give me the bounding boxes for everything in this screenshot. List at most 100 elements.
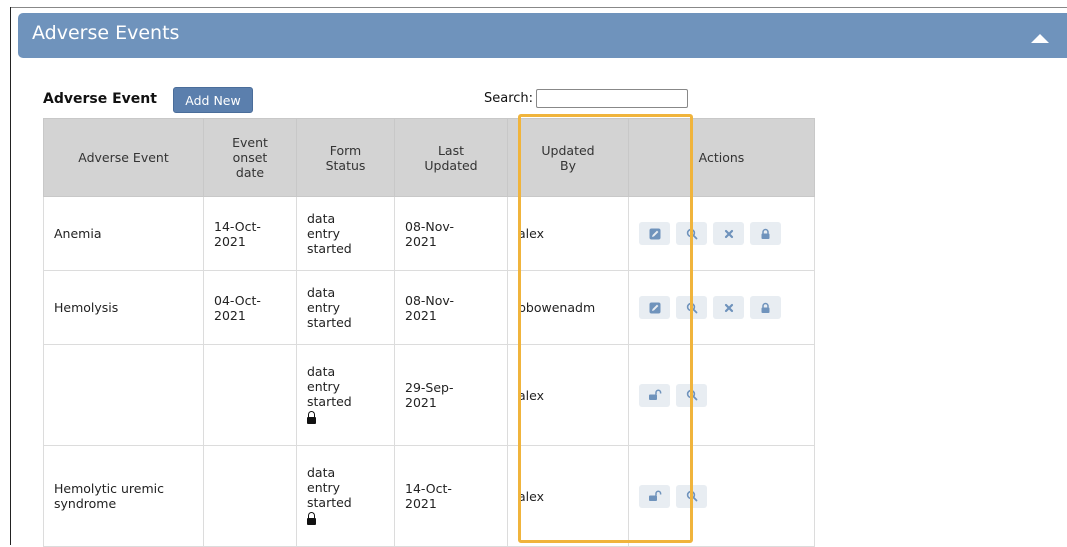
cell-text: entry [307, 226, 341, 241]
cell-updated-by: alex [507, 344, 629, 446]
edit-button[interactable] [639, 222, 670, 245]
unlock-icon [648, 389, 662, 401]
cell-text: 2021 [405, 496, 437, 511]
cell-updated-by: pbowenadm [507, 270, 629, 345]
column-header-last-updated[interactable]: Last Updated [394, 118, 508, 197]
delete-icon [724, 229, 734, 239]
cell-last-updated: 14-Oct- 2021 [394, 445, 508, 547]
cell-text: entry [307, 479, 341, 495]
cell-text: started [307, 315, 352, 330]
cell-text: data [307, 363, 336, 379]
column-header-adverse-event[interactable]: Adverse Event [43, 118, 204, 197]
cell-text: 2021 [214, 233, 246, 249]
unlock-button[interactable] [639, 484, 670, 508]
cell-text: Hemolytic uremic [54, 481, 165, 496]
cell-adverse-event: Anemia [43, 196, 204, 271]
delete-icon [724, 303, 734, 313]
cell-form-status: data entry started [296, 196, 395, 271]
cell-last-updated: 29-Sep- 2021 [394, 344, 508, 446]
search-input[interactable] [536, 89, 688, 108]
left-border [10, 7, 11, 545]
cell-text: 29-Sep- [405, 380, 454, 395]
search-button[interactable] [676, 484, 707, 508]
cell-onset-date: 04-Oct- 2021 [203, 270, 297, 345]
cell-text: entry [307, 378, 341, 394]
cell-text: 2021 [405, 233, 437, 249]
lock-icon [760, 302, 771, 314]
cell-text: 2021 [214, 307, 246, 323]
header-text: Event [232, 135, 268, 150]
cell-form-status: data entry started [296, 270, 395, 345]
table-row: data entry started 29-Sep- 2021 alex [43, 344, 815, 446]
unlock-button[interactable] [639, 383, 670, 407]
column-header-form-status[interactable]: Form Status [296, 118, 395, 197]
lock-button[interactable] [750, 222, 781, 245]
cell-text: data [307, 285, 336, 300]
panel-title: Adverse Events [32, 22, 180, 44]
cell-text: alex [518, 387, 545, 403]
cell-last-updated: 08-Nov- 2021 [394, 196, 508, 271]
cell-form-status: data entry started [296, 445, 395, 547]
cell-text: alex [518, 226, 545, 241]
top-border [10, 7, 1067, 8]
delete-button[interactable] [713, 296, 744, 319]
header-text: onset [232, 150, 268, 165]
cell-onset-date [203, 445, 297, 547]
lock-icon [760, 228, 771, 240]
header-text: Updated [541, 142, 595, 158]
action-buttons [639, 484, 804, 508]
adverse-events-table: Adverse Event Event onset date Form Stat… [43, 118, 815, 547]
search-button[interactable] [676, 222, 707, 245]
edit-icon [649, 228, 661, 240]
cell-actions [628, 196, 815, 271]
edit-icon [649, 302, 661, 314]
action-buttons [639, 296, 804, 319]
cell-adverse-event [43, 344, 204, 446]
cell-text: syndrome [54, 496, 117, 511]
cell-adverse-event: Hemolysis [43, 270, 204, 345]
cell-text: 14-Oct- [405, 481, 452, 496]
cell-actions [628, 445, 815, 547]
cell-text: Hemolysis [54, 300, 119, 315]
table-row: Anemia 14-Oct- 2021 data entry started 08-Nov-… [43, 196, 815, 271]
cell-text: 08-Nov- [405, 292, 454, 308]
cell-text: 08-Nov- [405, 218, 454, 234]
header-text: By [560, 157, 576, 173]
cell-text: 2021 [405, 395, 437, 410]
header-text: Status [325, 157, 366, 173]
cell-text: alex [518, 488, 545, 504]
cell-updated-by: alex [507, 196, 629, 271]
panel-header[interactable]: Adverse Events [18, 13, 1067, 58]
cell-text: entry [307, 300, 341, 315]
search-button[interactable] [676, 296, 707, 319]
search-label: Search: [484, 91, 534, 106]
cell-text: Anemia [54, 226, 102, 241]
cell-text: started [307, 241, 352, 256]
unlock-icon [648, 490, 662, 502]
action-buttons [639, 222, 804, 245]
record-locked-icon [307, 511, 316, 525]
column-header-updated-by[interactable]: Updated By [507, 118, 629, 197]
search-icon [686, 490, 698, 502]
header-text: Updated [424, 157, 478, 173]
search-icon [686, 228, 698, 240]
column-header-onset-date[interactable]: Event onset date [203, 118, 297, 197]
cell-onset-date: 14-Oct- 2021 [203, 196, 297, 271]
cell-form-status: data entry started [296, 344, 395, 446]
cell-onset-date [203, 344, 297, 446]
lock-button[interactable] [750, 296, 781, 319]
cell-text: pbowenadm [518, 300, 596, 315]
collapse-arrow-icon[interactable] [1031, 34, 1049, 43]
header-text: date [235, 165, 265, 180]
header-text: Adverse Event [78, 150, 169, 165]
edit-button[interactable] [639, 296, 670, 319]
cell-actions [628, 270, 815, 345]
cell-text: 2021 [405, 307, 437, 323]
cell-text: 14-Oct- [214, 218, 261, 234]
cell-text: data [307, 464, 336, 480]
add-new-button[interactable]: Add New [173, 87, 253, 113]
search-button[interactable] [676, 383, 707, 407]
cell-actions [628, 344, 815, 446]
header-text: Last [437, 142, 465, 158]
delete-button[interactable] [713, 222, 744, 245]
